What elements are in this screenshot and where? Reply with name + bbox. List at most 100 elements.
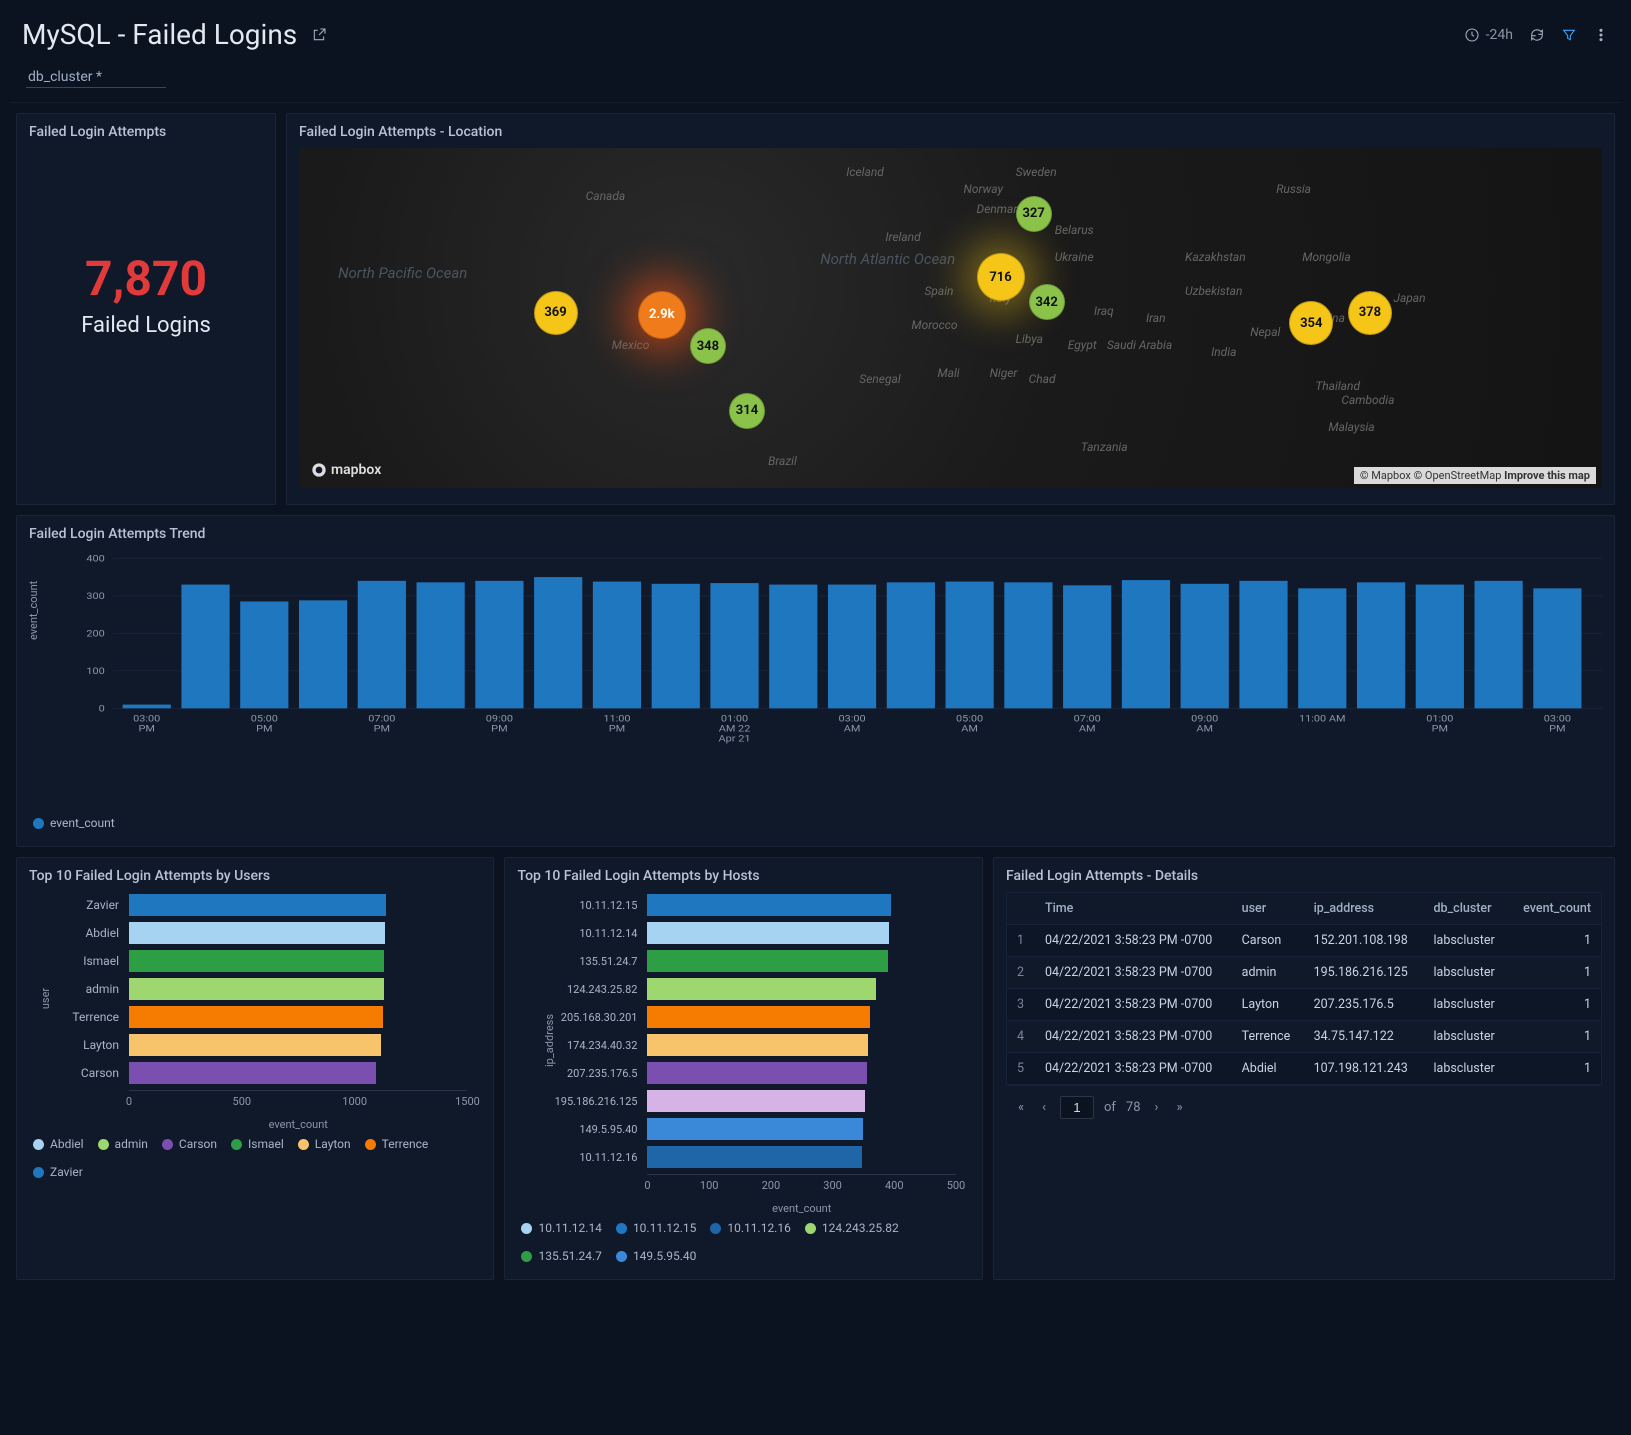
bar-row[interactable]: 174.234.40.32 (647, 1032, 955, 1058)
table-row[interactable]: 104/22/2021 3:58:23 PM -0700Carson152.20… (1007, 925, 1601, 957)
country-label: Chad (1029, 372, 1056, 386)
map-cluster[interactable]: 2.9k (638, 291, 686, 339)
x-tick: 300 (823, 1179, 842, 1192)
legend-item[interactable]: 10.11.12.15 (616, 1221, 696, 1235)
legend-label: 10.11.12.14 (538, 1221, 601, 1235)
table-cell: labscluster (1424, 1021, 1509, 1053)
time-range-label: -24h (1486, 27, 1513, 43)
bar-row[interactable]: 10.11.12.15 (647, 892, 955, 918)
filter-icon[interactable] (1561, 27, 1577, 43)
legend-item[interactable]: Zavier (33, 1165, 83, 1179)
map-cluster[interactable]: 314 (729, 393, 765, 429)
legend-item[interactable]: 124.243.25.82 (805, 1221, 899, 1235)
bar-row[interactable]: 135.51.24.7 (647, 948, 955, 974)
map-cluster[interactable]: 354 (1289, 301, 1333, 345)
bar-row[interactable]: 207.235.176.5 (647, 1060, 955, 1086)
bar-row[interactable]: 124.243.25.82 (647, 976, 955, 1002)
legend-label: 124.243.25.82 (822, 1221, 899, 1235)
pager-of-label: of (1104, 1100, 1116, 1115)
bar-row[interactable]: 10.11.12.14 (647, 920, 955, 946)
refresh-icon[interactable] (1529, 27, 1545, 43)
table-cell: admin (1232, 957, 1304, 989)
x-axis-label: event_count (129, 1118, 467, 1131)
country-label: Kazakhstan (1185, 250, 1246, 264)
table-row[interactable]: 304/22/2021 3:58:23 PM -0700Layton207.23… (1007, 989, 1601, 1021)
bar-row[interactable]: 195.186.216.125 (647, 1088, 955, 1114)
legend-swatch (98, 1139, 109, 1150)
users-chart[interactable]: ZavierAbdielIsmaeladminTerrenceLaytonCar… (29, 892, 481, 1131)
table-header[interactable]: db_cluster (1424, 893, 1509, 925)
legend-item[interactable]: 149.5.95.40 (616, 1249, 696, 1263)
map-cluster[interactable]: 342 (1029, 284, 1065, 320)
bar (129, 978, 384, 1000)
bar-row[interactable]: Layton (129, 1032, 467, 1058)
country-label: Nepal (1250, 325, 1280, 339)
table-row[interactable]: 204/22/2021 3:58:23 PM -0700admin195.186… (1007, 957, 1601, 989)
legend-item[interactable]: Layton (298, 1137, 351, 1151)
attribution-osm[interactable]: © OpenStreetMap (1414, 469, 1502, 482)
legend-item[interactable]: Terrence (365, 1137, 429, 1151)
pager-page-input[interactable] (1060, 1096, 1094, 1119)
table-header[interactable]: user (1232, 893, 1304, 925)
table-header[interactable] (1007, 893, 1035, 925)
x-tick: 0 (126, 1095, 132, 1108)
svg-text:300: 300 (86, 592, 105, 602)
table-header[interactable]: event_count (1509, 893, 1601, 925)
map-cluster[interactable]: 369 (534, 291, 578, 335)
improve-map-link[interactable]: Improve this map (1504, 469, 1590, 482)
more-menu-icon[interactable] (1593, 27, 1609, 43)
legend-item[interactable]: admin (98, 1137, 148, 1151)
time-range-picker[interactable]: -24h (1464, 27, 1513, 43)
legend-item[interactable]: event_count (33, 816, 115, 830)
table-header[interactable]: Time (1035, 893, 1232, 925)
pager-last[interactable]: » (1172, 1098, 1186, 1117)
map-cluster[interactable]: 716 (977, 253, 1025, 301)
share-icon[interactable] (311, 27, 327, 43)
map-cluster[interactable]: 348 (690, 328, 726, 364)
legend-item[interactable]: Ismael (231, 1137, 284, 1151)
legend-item[interactable]: 135.51.24.7 (521, 1249, 601, 1263)
legend-item[interactable]: 10.11.12.16 (710, 1221, 790, 1235)
bar-row[interactable]: admin (129, 976, 467, 1002)
bar-row[interactable]: Zavier (129, 892, 467, 918)
bar-row[interactable]: 205.168.30.201 (647, 1004, 955, 1030)
legend-label: Abdiel (50, 1137, 84, 1151)
table-row[interactable]: 404/22/2021 3:58:23 PM -0700Terrence34.7… (1007, 1021, 1601, 1053)
attribution-mapbox[interactable]: © Mapbox (1360, 469, 1411, 482)
bar-row[interactable]: Terrence (129, 1004, 467, 1030)
pager-next[interactable]: › (1151, 1098, 1163, 1117)
table-cell: 04/22/2021 3:58:23 PM -0700 (1035, 989, 1232, 1021)
bar-label: 10.11.12.16 (517, 1151, 643, 1164)
svg-text:07:00: 07:00 (1074, 714, 1102, 724)
table-header[interactable]: ip_address (1304, 893, 1424, 925)
country-label: Ukraine (1055, 250, 1094, 264)
table-row[interactable]: 504/22/2021 3:58:23 PM -0700Abdiel107.19… (1007, 1053, 1601, 1085)
bar-row[interactable]: 149.5.95.40 (647, 1116, 955, 1142)
legend-item[interactable]: 10.11.12.14 (521, 1221, 601, 1235)
bar-row[interactable]: 10.11.12.16 (647, 1144, 955, 1170)
x-tick: 400 (885, 1179, 904, 1192)
bar-row[interactable]: Ismael (129, 948, 467, 974)
trend-chart[interactable]: 010020030040003:00PM05:00PM07:00PM09:00P… (73, 550, 1602, 750)
map-cluster[interactable]: 378 (1348, 291, 1392, 335)
pager-prev[interactable]: ‹ (1038, 1098, 1050, 1117)
country-label: Thailand (1315, 379, 1360, 393)
legend-item[interactable]: Carson (162, 1137, 217, 1151)
bar (129, 894, 386, 916)
hosts-chart[interactable]: 10.11.12.1510.11.12.14135.51.24.7124.243… (517, 892, 969, 1215)
legend-item[interactable]: Abdiel (33, 1137, 84, 1151)
country-label: Saudi Arabia (1107, 338, 1172, 352)
legend-label: Zavier (50, 1165, 83, 1179)
pager-first[interactable]: « (1014, 1098, 1028, 1117)
bar (647, 1062, 866, 1084)
map-canvas[interactable]: North Pacific Ocean North Atlantic Ocean… (299, 148, 1602, 488)
bar-row[interactable]: Abdiel (129, 920, 467, 946)
bar-row[interactable]: Carson (129, 1060, 467, 1086)
bar-label: Ismael (29, 954, 125, 968)
map-cluster[interactable]: 327 (1016, 196, 1052, 232)
svg-text:01:00: 01:00 (721, 714, 749, 724)
svg-text:100: 100 (86, 667, 105, 677)
filter-chip-db-cluster[interactable]: db_cluster * (26, 67, 166, 88)
table-cell: 195.186.216.125 (1304, 957, 1424, 989)
table-cell: 34.75.147.122 (1304, 1021, 1424, 1053)
